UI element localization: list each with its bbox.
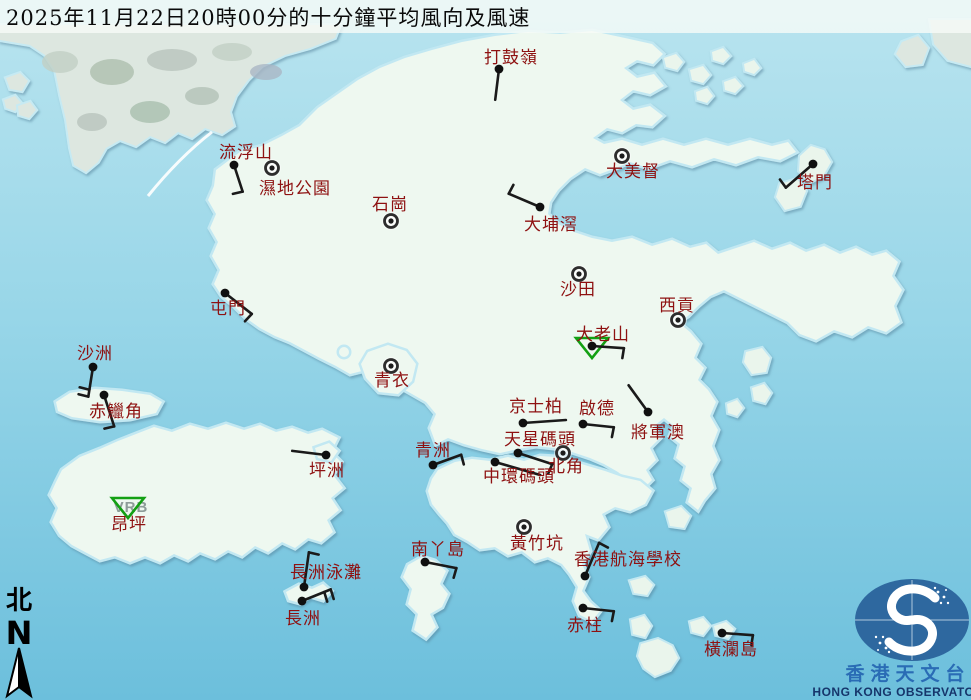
station-label: 沙田 <box>560 280 596 300</box>
station-dot <box>269 165 274 170</box>
wind-map: 2025年11月22日20時00分的十分鐘平均風向及風速 打鼓嶺流浮山濕地公園石… <box>0 0 971 700</box>
station-dot <box>581 572 590 581</box>
station-label: 京士柏 <box>509 397 563 417</box>
station-label: 大老山 <box>576 325 630 345</box>
station-dot <box>388 363 393 368</box>
station-dot <box>560 450 565 455</box>
station-dot <box>298 597 307 606</box>
station-dot <box>388 218 393 223</box>
station-dot <box>675 317 680 322</box>
station-dot <box>619 153 624 158</box>
station-dot <box>322 451 331 460</box>
station-label: 青衣 <box>374 371 410 391</box>
station-label: 青洲 <box>415 441 451 461</box>
station-label: 香港航海學校 <box>574 550 682 570</box>
station-dot <box>576 271 581 276</box>
station-昂坪: VRB昂坪 <box>111 498 148 535</box>
station-dot <box>579 604 588 613</box>
station-label: 大美督 <box>606 162 660 182</box>
station-dot <box>536 203 545 212</box>
station-dot <box>718 629 727 638</box>
station-label: 大埔滘 <box>524 215 578 235</box>
station-label: 長洲 <box>285 609 321 629</box>
station-dot <box>519 419 528 428</box>
station-label: 西貢 <box>659 296 695 316</box>
station-dot <box>221 289 230 298</box>
station-label: 沙洲 <box>77 344 113 364</box>
station-dot <box>491 458 500 467</box>
station-label: 坪洲 <box>309 461 345 481</box>
hong-kong-wind-map-svg: 2025年11月22日20時00分的十分鐘平均風向及風速 打鼓嶺流浮山濕地公園石… <box>0 0 971 700</box>
station-label: 石崗 <box>372 195 408 215</box>
station-label: 橫瀾島 <box>704 640 758 660</box>
station-label: 南丫島 <box>411 540 465 560</box>
station-label: 濕地公園 <box>259 179 331 199</box>
compass-north-letter: N <box>6 614 33 652</box>
station-label: 啟德 <box>579 399 615 419</box>
station-dot <box>100 391 109 400</box>
station-label: 流浮山 <box>219 143 273 163</box>
station-label: 長洲泳灘 <box>290 563 362 583</box>
wind-barb-feather <box>622 348 624 358</box>
station-dot <box>429 461 438 470</box>
hko-name-chinese: 香港天文台 <box>844 662 970 685</box>
station-dot <box>300 583 309 592</box>
station-dot <box>521 524 526 529</box>
hko-name-english: HONG KONG OBSERVATORY <box>812 685 971 699</box>
station-label: 赤柱 <box>567 616 603 636</box>
station-label: 中環碼頭 <box>483 467 555 487</box>
station-label: 打鼓嶺 <box>484 48 538 68</box>
compass-north-hanzi: 北 <box>6 586 32 616</box>
station-label: 黃竹坑 <box>510 534 564 554</box>
station-label: 昂坪 <box>111 515 147 535</box>
station-label: 將軍澳 <box>631 423 685 443</box>
station-label: 赤鱲角 <box>89 402 143 422</box>
station-dot <box>579 420 588 429</box>
station-label: 塔門 <box>797 173 833 193</box>
station-dot <box>644 408 653 417</box>
station-label: 屯門 <box>210 299 246 319</box>
station-dot <box>809 160 818 169</box>
map-title: 2025年11月22日20時00分的十分鐘平均風向及風速 <box>6 6 530 30</box>
